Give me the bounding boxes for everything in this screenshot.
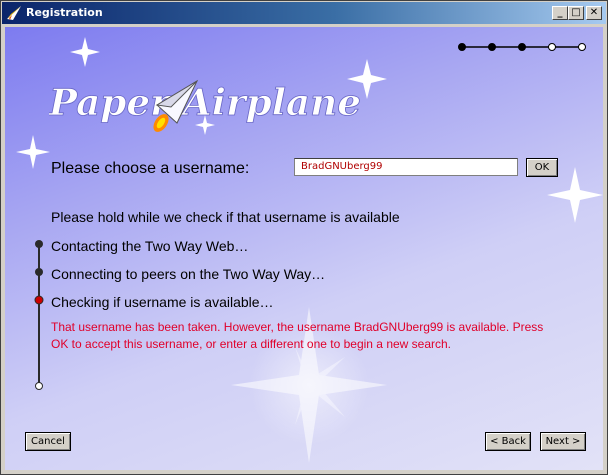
paper-airplane-logo: Paper Airplane <box>49 79 361 132</box>
cancel-button[interactable]: Cancel <box>25 432 71 451</box>
ok-button[interactable]: OK <box>526 158 558 177</box>
step-complete-dot <box>488 43 496 51</box>
username-input[interactable]: BradGNUberg99 <box>294 158 518 176</box>
title-bar[interactable]: Registration _ □ ✕ <box>2 2 606 24</box>
wizard-content: Paper Airplane Please choose a username:… <box>5 27 603 470</box>
step-complete-dot <box>458 43 466 51</box>
step-complete-dot <box>518 43 526 51</box>
minimize-button[interactable]: _ <box>552 6 568 20</box>
status-heading: Please hold while we check if that usern… <box>51 209 400 225</box>
paper-airplane-icon <box>7 6 21 20</box>
step-done-icon <box>35 268 43 276</box>
window-title: Registration <box>26 6 103 19</box>
step-label: Checking if username is available… <box>51 294 274 310</box>
step-label: Connecting to peers on the Two Way Way… <box>51 266 326 282</box>
back-button[interactable]: < Back <box>485 432 531 451</box>
availability-message: That username has been taken. However, t… <box>51 320 544 351</box>
minimize-icon: _ <box>557 7 563 18</box>
step-pending-dot <box>578 43 586 51</box>
step-pending-icon <box>35 382 43 390</box>
next-button[interactable]: Next > <box>540 432 586 451</box>
maximize-button[interactable]: □ <box>568 6 584 20</box>
username-label: Please choose a username: <box>51 160 250 177</box>
maximize-icon: □ <box>571 7 581 18</box>
step-current-icon <box>34 295 44 305</box>
step-label: Contacting the Two Way Web… <box>51 238 249 254</box>
progress-timeline <box>34 240 44 390</box>
step-pending-dot <box>548 43 556 51</box>
close-button[interactable]: ✕ <box>586 6 602 20</box>
step-done-icon <box>35 240 43 248</box>
logo-text: Paper Airplane <box>49 82 361 124</box>
wizard-step-indicator <box>458 43 586 51</box>
registration-window: Registration _ □ ✕ Paper Airplane Please… <box>0 0 608 475</box>
close-icon: ✕ <box>589 7 599 18</box>
